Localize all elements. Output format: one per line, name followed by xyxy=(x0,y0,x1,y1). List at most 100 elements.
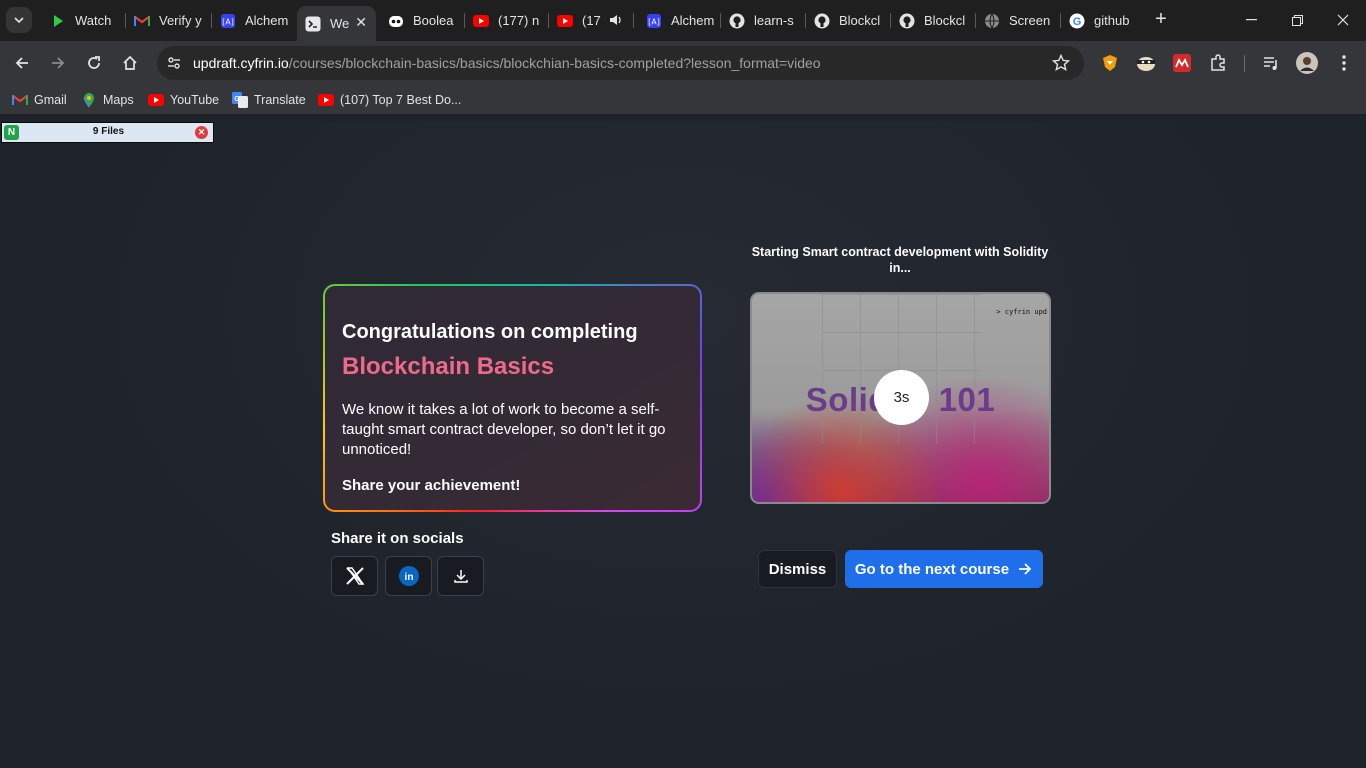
close-icon xyxy=(1337,14,1349,26)
speaker-icon xyxy=(609,13,623,30)
site-info-icon[interactable] xyxy=(162,51,186,75)
congrats-message: We know it takes a lot of work to become… xyxy=(342,401,666,458)
tab-title: Watch xyxy=(75,13,112,28)
share-linkedin-button[interactable]: in xyxy=(385,556,432,596)
next-course-title: Starting Smart contract development with… xyxy=(751,245,1049,275)
tab-5[interactable]: (177) n xyxy=(465,7,549,34)
bookmark-gmail[interactable]: Gmail xyxy=(12,91,67,109)
globe-icon xyxy=(984,13,1000,29)
home-icon xyxy=(123,55,137,70)
bookmarks-bar: Gmail Maps YouTube G Translate (107) Top… xyxy=(0,85,1366,115)
tab-8[interactable]: learn-s xyxy=(721,7,806,34)
socials-title: Share it on socials xyxy=(331,530,464,547)
ninja-extension-icon[interactable] xyxy=(1135,52,1157,74)
tab-1[interactable]: Verify y xyxy=(126,7,212,34)
tab-12[interactable]: G github xyxy=(1061,7,1141,34)
bookmark-translate[interactable]: G Translate xyxy=(232,91,306,109)
brave-shield-icon[interactable] xyxy=(1099,52,1121,74)
url-path: /courses/blockchain-basics/basics/blockc… xyxy=(288,55,821,71)
alchemy-icon: [A] xyxy=(220,13,236,29)
bookmark-star-icon[interactable] xyxy=(1051,53,1071,77)
extensions-puzzle-icon[interactable] xyxy=(1207,52,1229,74)
share-cta: Share your achievement! xyxy=(342,477,521,494)
svg-text:[A]: [A] xyxy=(222,17,234,26)
reload-icon xyxy=(88,56,100,69)
github-icon xyxy=(729,13,745,29)
tab-0[interactable]: Watch xyxy=(42,7,126,34)
minimize-button[interactable] xyxy=(1228,0,1274,40)
browser-toolbar: updraft.cyfrin.io/courses/blockchain-bas… xyxy=(0,41,1366,85)
maps-icon xyxy=(81,92,97,108)
play-icon xyxy=(50,13,66,29)
youtube-icon xyxy=(473,13,489,29)
tab-title: Blockcl xyxy=(924,13,966,28)
tab-title: Verify y xyxy=(159,13,202,28)
restore-icon xyxy=(1291,14,1303,26)
svg-text:G: G xyxy=(1073,16,1082,28)
congrats-card: Congratulations on completing Blockchain… xyxy=(323,284,702,512)
congrats-heading: Congratulations on completing xyxy=(342,321,638,343)
bookmark-label: YouTube xyxy=(170,93,220,107)
home-button[interactable] xyxy=(117,50,143,76)
bookmark-maps[interactable]: Maps xyxy=(81,91,134,109)
congrats-card-body: Congratulations on completing Blockchain… xyxy=(325,286,700,510)
next-course-video[interactable]: > cyfrin upd Solidity 101 3s xyxy=(750,292,1051,504)
restore-button[interactable] xyxy=(1274,0,1320,40)
next-course-button[interactable]: Go to the next course xyxy=(845,550,1043,588)
tab-9[interactable]: Blockcl xyxy=(806,7,891,34)
terminal-icon xyxy=(305,16,321,32)
close-tab-icon[interactable]: ✕ xyxy=(355,14,367,31)
youtube-icon xyxy=(557,13,573,29)
bookmark-label: Maps xyxy=(103,93,134,107)
translate-icon: G xyxy=(232,92,248,108)
tab-7[interactable]: [A] Alchem xyxy=(638,7,721,34)
dismiss-button[interactable]: Dismiss xyxy=(758,550,837,588)
download-button[interactable] xyxy=(437,556,484,596)
tab-6[interactable]: (17 xyxy=(549,7,634,34)
media-control-icon[interactable] xyxy=(1260,52,1282,74)
course-title: Blockchain Basics xyxy=(342,353,555,380)
bookmark-youtube[interactable]: YouTube xyxy=(148,91,219,109)
tab-title: Screen xyxy=(1009,13,1051,28)
back-button[interactable] xyxy=(9,50,35,76)
tab-2[interactable]: [A] Alchem xyxy=(212,7,297,34)
tab-title: Boolea xyxy=(413,13,454,28)
arrow-left-icon xyxy=(15,57,28,69)
tab-4[interactable]: Boolea xyxy=(380,7,465,34)
reload-button[interactable] xyxy=(81,50,107,76)
github-icon xyxy=(814,13,830,29)
x-icon xyxy=(345,567,364,585)
address-bar[interactable]: updraft.cyfrin.io/courses/blockchain-bas… xyxy=(157,46,1084,80)
tab-title: (17 xyxy=(582,13,601,28)
tab-title: github xyxy=(1094,13,1130,28)
alchemy-icon: [A] xyxy=(646,13,662,29)
tab-search-button[interactable] xyxy=(6,7,32,33)
bookmark-label: Gmail xyxy=(34,93,67,107)
arrow-right-icon xyxy=(52,57,65,69)
bot-icon xyxy=(388,13,404,29)
tab-11[interactable]: Screen xyxy=(976,7,1061,34)
tab-3-active[interactable]: We ✕ xyxy=(297,6,376,41)
github-icon xyxy=(899,13,915,29)
share-x-button[interactable] xyxy=(331,556,378,596)
bookmark-youtube-video[interactable]: (107) Top 7 Best Do... xyxy=(318,91,461,109)
close-icon[interactable]: ✕ xyxy=(195,126,208,139)
forward-button[interactable] xyxy=(45,50,71,76)
files-count: 9 Files xyxy=(92,126,125,137)
files-widget[interactable]: N 9 Files ✕ xyxy=(1,122,214,143)
close-window-button[interactable] xyxy=(1320,0,1366,40)
chrome-menu-icon[interactable] xyxy=(1333,52,1355,74)
tab-10[interactable]: Blockcl xyxy=(891,7,976,34)
toolbar-divider xyxy=(1244,55,1245,72)
linkedin-icon: in xyxy=(398,566,419,586)
chevron-down-icon xyxy=(14,17,24,24)
tab-strip: Watch Verify y [A] Alchem We ✕ Boolea (1… xyxy=(0,0,1366,41)
profile-avatar[interactable] xyxy=(1296,52,1318,74)
url-text: updraft.cyfrin.io/courses/blockchain-bas… xyxy=(193,55,821,71)
google-icon: G xyxy=(1069,13,1085,29)
youtube-icon xyxy=(148,92,164,108)
mendeley-extension-icon[interactable] xyxy=(1171,52,1193,74)
new-tab-button[interactable]: + xyxy=(1150,8,1172,30)
tab-title: learn-s xyxy=(754,13,794,28)
countdown-timer: 3s xyxy=(874,370,929,425)
